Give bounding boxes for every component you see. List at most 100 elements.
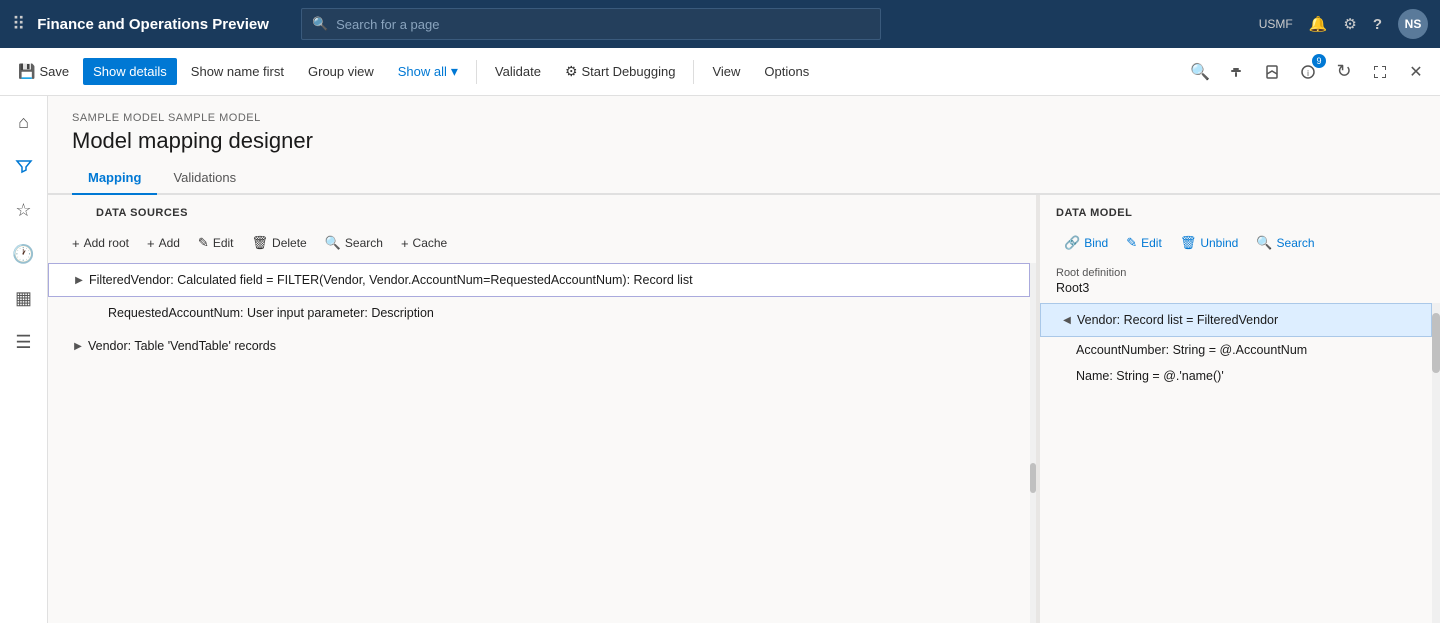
save-label: Save: [39, 64, 69, 79]
edit-label: Edit: [213, 236, 234, 250]
bind-button[interactable]: 🔗 Bind: [1056, 231, 1116, 255]
start-debugging-button[interactable]: ⚙ Start Debugging: [555, 57, 686, 86]
datamodel-search-label: Search: [1277, 236, 1315, 250]
datamodel-edit-button[interactable]: ✎ Edit: [1118, 231, 1170, 255]
tree-item[interactable]: ▶ FilteredVendor: Calculated field = FIL…: [48, 263, 1030, 297]
tab-mapping[interactable]: Mapping: [72, 162, 157, 195]
show-name-first-label: Show name first: [191, 64, 284, 79]
right-pane: DATA MODEL 🔗 Bind ✎ Edit 🗑 Unbind: [1040, 195, 1440, 623]
sidebar-recent[interactable]: 🕐: [6, 236, 42, 272]
right-tree-item[interactable]: AccountNumber: String = @.AccountNum: [1040, 337, 1432, 363]
save-button[interactable]: 💾 Save: [8, 57, 79, 86]
nav-icons: USMF 🔔 ⚙ ? NS: [1259, 9, 1428, 39]
start-debugging-label: Start Debugging: [582, 64, 676, 79]
save-icon: 💾: [18, 63, 35, 80]
options-label: Options: [764, 64, 809, 79]
tree-item[interactable]: ▶ Vendor: Table 'VendTable' records: [48, 330, 1030, 363]
group-view-button[interactable]: Group view: [298, 58, 384, 85]
add-plus-icon: +: [147, 236, 155, 251]
refresh-button[interactable]: ↻: [1328, 56, 1360, 88]
sidebar-filter[interactable]: [6, 148, 42, 184]
app-grid-icon[interactable]: ⠿: [12, 14, 25, 35]
edit-pencil-icon: ✎: [198, 235, 209, 251]
expand-icon-2[interactable]: ▶: [68, 336, 88, 356]
datamodel-tree: ◀ Vendor: Record list = FilteredVendor A…: [1040, 303, 1432, 623]
right-pane-scrollbar[interactable]: [1432, 303, 1440, 623]
unbind-button[interactable]: 🗑 Unbind: [1172, 231, 1247, 255]
toolbar: 💾 Save Show details Show name first Grou…: [0, 48, 1440, 96]
delete-trash-icon: 🗑: [252, 235, 269, 251]
right-item-text-1: AccountNumber: String = @.AccountNum: [1076, 343, 1307, 357]
show-name-first-button[interactable]: Show name first: [181, 58, 294, 85]
left-pane-scrollbar[interactable]: [1030, 263, 1036, 623]
show-details-button[interactable]: Show details: [83, 58, 177, 85]
cache-button[interactable]: + Cache: [393, 232, 455, 255]
toolbar-search-button[interactable]: 🔍: [1184, 56, 1216, 88]
options-button[interactable]: Options: [754, 58, 819, 85]
datamodel-search-button[interactable]: 🔍 Search: [1248, 231, 1322, 255]
global-search-input[interactable]: [336, 17, 870, 32]
right-tree-item[interactable]: ◀ Vendor: Record list = FilteredVendor: [1040, 303, 1432, 337]
add-button[interactable]: + Add: [139, 232, 188, 255]
add-root-plus-icon: +: [72, 236, 80, 251]
datasources-scroll: ▶ FilteredVendor: Calculated field = FIL…: [48, 263, 1036, 623]
datamodel-search-icon: 🔍: [1256, 235, 1272, 251]
global-search-bar[interactable]: 🔍: [301, 8, 881, 40]
search-button[interactable]: 🔍 Search: [317, 231, 391, 255]
right-item-text-2: Name: String = @.'name()': [1076, 369, 1224, 383]
show-all-label: Show all: [398, 64, 447, 79]
right-tree-item[interactable]: Name: String = @.'name()': [1040, 363, 1432, 389]
item-text-2: Vendor: Table 'VendTable' records: [88, 339, 276, 353]
tabs: Mapping Validations: [48, 162, 1440, 195]
search-icon: 🔍: [312, 16, 328, 32]
item-text-1: RequestedAccountNum: User input paramete…: [108, 306, 434, 320]
datamodel-header: DATA MODEL: [1040, 195, 1440, 227]
debugging-icon: ⚙: [565, 63, 578, 80]
delete-button[interactable]: 🗑 Delete: [244, 231, 315, 255]
expand-icon-1: [88, 303, 108, 323]
bell-icon[interactable]: 🔔: [1309, 15, 1328, 33]
user-avatar[interactable]: NS: [1398, 9, 1428, 39]
sidebar-favorites[interactable]: ☆: [6, 192, 42, 228]
bind-label: Bind: [1084, 236, 1108, 250]
show-all-button[interactable]: Show all ▾: [388, 57, 468, 86]
root-def-label: Root definition: [1056, 267, 1424, 279]
toolbar-separator-1: [476, 60, 477, 84]
sidebar-workspaces[interactable]: ▦: [6, 280, 42, 316]
notification-badge[interactable]: i 9: [1292, 56, 1324, 88]
datasources-tree: ▶ FilteredVendor: Calculated field = FIL…: [48, 263, 1030, 623]
left-scrollbar-thumb: [1030, 463, 1036, 493]
view-button[interactable]: View: [702, 58, 750, 85]
unbind-icon: 🗑: [1180, 235, 1197, 251]
right-scrollbar-thumb: [1432, 313, 1440, 373]
bind-link-icon: 🔗: [1064, 235, 1080, 251]
edit-button[interactable]: ✎ Edit: [190, 231, 242, 255]
view-label: View: [712, 64, 740, 79]
datamodel-scroll: ◀ Vendor: Record list = FilteredVendor A…: [1040, 303, 1440, 623]
add-root-label: Add root: [84, 236, 129, 250]
svg-text:i: i: [1307, 69, 1309, 78]
search-icon: 🔍: [325, 235, 341, 251]
sidebar-list[interactable]: ☰: [6, 324, 42, 360]
sidebar-home[interactable]: ⌂: [6, 104, 42, 140]
tab-validations[interactable]: Validations: [157, 162, 252, 195]
delete-label: Delete: [272, 236, 307, 250]
split-pane: DATA SOURCES + Add root + Add ✎ Edit: [48, 195, 1440, 623]
help-icon[interactable]: ?: [1373, 16, 1382, 33]
expand-button[interactable]: [1364, 56, 1396, 88]
app-title: Finance and Operations Preview: [37, 16, 269, 33]
validate-button[interactable]: Validate: [485, 58, 551, 85]
content-area: SAMPLE MODEL SAMPLE MODEL Model mapping …: [48, 96, 1440, 623]
group-view-label: Group view: [308, 64, 374, 79]
bookmark-icon-button[interactable]: [1256, 56, 1288, 88]
datamodel-toolbar: 🔗 Bind ✎ Edit 🗑 Unbind 🔍 Search: [1040, 227, 1440, 263]
expand-icon-0[interactable]: ▶: [69, 270, 89, 290]
close-button[interactable]: ✕: [1400, 56, 1432, 88]
right-expand-icon-0[interactable]: ◀: [1057, 310, 1077, 330]
add-root-button[interactable]: + Add root: [64, 232, 137, 255]
show-details-label: Show details: [93, 64, 167, 79]
gear-icon[interactable]: ⚙: [1343, 15, 1356, 33]
tree-item[interactable]: RequestedAccountNum: User input paramete…: [48, 297, 1030, 330]
toolbar-separator-2: [693, 60, 694, 84]
pinned-icon-button[interactable]: [1220, 56, 1252, 88]
